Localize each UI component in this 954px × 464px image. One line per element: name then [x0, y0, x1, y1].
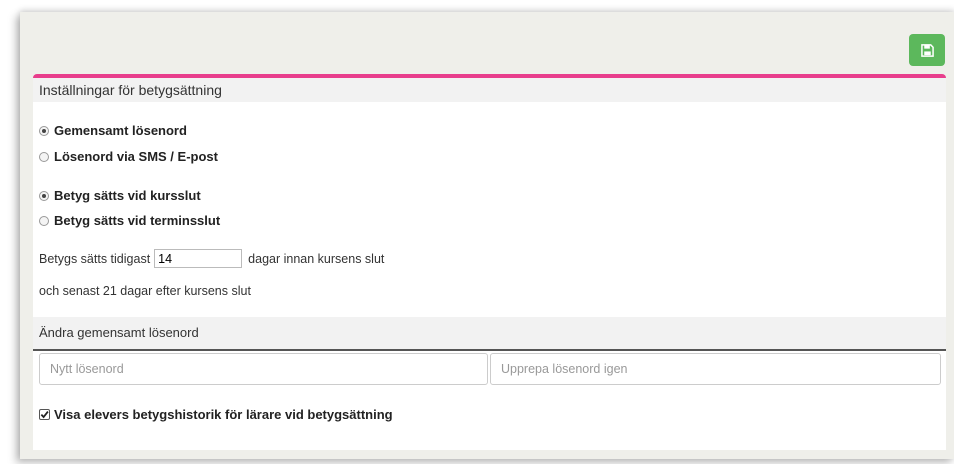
section-title: Inställningar för betygsättning [33, 78, 946, 102]
floppy-disk-icon [920, 43, 934, 57]
checkmark-icon [40, 411, 49, 419]
radio-sms-email-password[interactable]: Lösenord via SMS / E-post [39, 149, 218, 164]
radio-label: Gemensamt lösenord [54, 123, 187, 138]
show-grade-history-option[interactable]: Visa elevers betygshistorik för lärare v… [39, 407, 393, 422]
checkbox-label: Visa elevers betygshistorik för lärare v… [54, 407, 393, 422]
change-password-header: Ändra gemensamt lösenord [33, 317, 946, 351]
radio-button[interactable] [39, 215, 49, 226]
radio-button-checked[interactable] [39, 190, 49, 201]
radio-grade-at-course-end[interactable]: Betyg sätts vid kursslut [39, 188, 201, 203]
earliest-prefix-label: Betygs sätts tidigast [39, 251, 151, 266]
earliest-suffix-label: dagar innan kursens slut [248, 251, 385, 266]
radio-label: Betyg sätts vid kursslut [54, 188, 201, 203]
save-button[interactable] [909, 34, 945, 66]
change-password-title: Ändra gemensamt lösenord [39, 325, 199, 340]
grading-settings-panel: Inställningar för betygsättning Gemensam… [33, 74, 946, 450]
earliest-days-input[interactable] [154, 249, 243, 268]
latest-grading-text: och senast 21 dagar efter kursens slut [39, 284, 251, 298]
radio-label: Lösenord via SMS / E-post [54, 149, 218, 164]
radio-grade-at-term-end[interactable]: Betyg sätts vid terminsslut [39, 213, 220, 228]
repeat-password-input[interactable] [490, 353, 941, 385]
radio-button[interactable] [39, 151, 49, 162]
earliest-grading-row: Betygs sätts tidigast dagar innan kursen… [39, 249, 384, 268]
new-password-input[interactable] [39, 353, 488, 385]
radio-shared-password[interactable]: Gemensamt lösenord [39, 123, 187, 138]
checkbox-checked[interactable] [39, 409, 50, 420]
radio-button-checked[interactable] [39, 125, 49, 136]
radio-label: Betyg sätts vid terminsslut [54, 213, 221, 228]
